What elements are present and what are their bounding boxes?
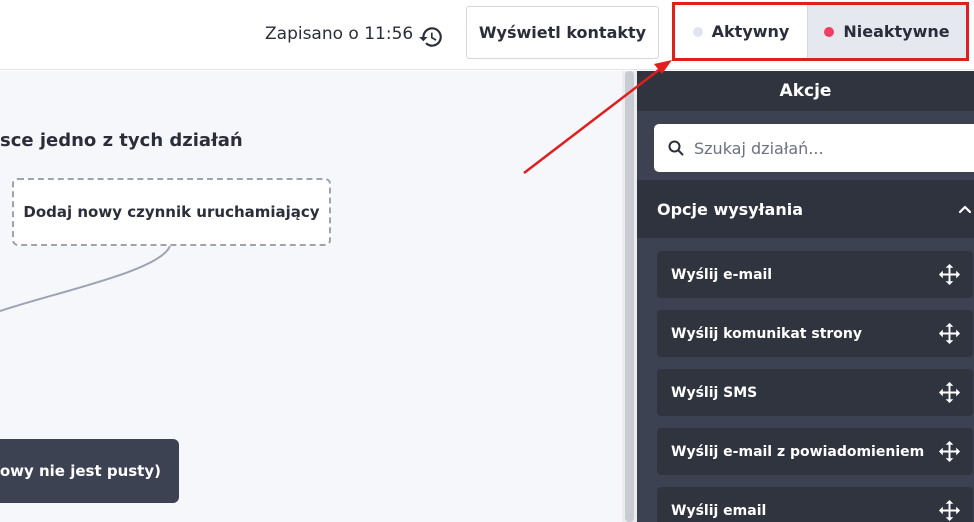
- action-item-label: Wyślij e-mail z powiadomieniem: [671, 443, 925, 460]
- drag-move-icon[interactable]: [938, 263, 961, 286]
- action-item[interactable]: Wyślij e-mail z powiadomieniem: [657, 428, 973, 475]
- action-item[interactable]: Wyślij email: [657, 487, 973, 522]
- canvas-scrollbar: [622, 71, 637, 522]
- add-trigger-button[interactable]: Dodaj nowy czynnik uruchamiający: [12, 178, 331, 246]
- drag-move-icon[interactable]: [938, 381, 961, 404]
- scrollbar-thumb[interactable]: [625, 71, 634, 522]
- actions-sidebar: Akcje Opcje wysyłania Wyślij e-mailWyśli…: [637, 71, 974, 522]
- action-item-label: Wyślij komunikat strony: [671, 325, 863, 342]
- workflow-canvas[interactable]: sce jedno z tych działań Dodaj nowy czyn…: [0, 71, 622, 522]
- condition-node[interactable]: ztowy nie jest pusty): [0, 439, 179, 503]
- action-item[interactable]: Wyślij komunikat strony: [657, 310, 973, 357]
- history-icon[interactable]: [418, 24, 444, 50]
- action-item-label: Wyślij SMS: [671, 384, 758, 401]
- action-list: Wyślij e-mail Wyślij komunikat strony Wyśl…: [657, 251, 973, 522]
- drag-move-icon[interactable]: [938, 322, 961, 345]
- sidebar-title: Akcje: [637, 71, 974, 111]
- status-active-dot: [692, 26, 703, 37]
- saved-status-text: Zapisano o 11:56: [265, 24, 414, 44]
- search-actions-input[interactable]: [694, 138, 964, 158]
- top-bar: Zapisano o 11:56 Wyświetl kontakty Aktyw…: [0, 0, 974, 70]
- action-item-label: Wyślij e-mail: [671, 266, 773, 283]
- status-active-label: Aktywny: [711, 22, 790, 41]
- action-item[interactable]: Wyślij e-mail: [657, 251, 973, 298]
- chevron-up-icon[interactable]: [958, 202, 972, 216]
- search-icon: [668, 140, 684, 156]
- action-item[interactable]: Wyślij SMS: [657, 369, 973, 416]
- section-send-options-header[interactable]: Opcje wysyłania: [637, 180, 974, 238]
- status-inactive-label: Nieaktywne: [843, 22, 950, 41]
- action-item-label: Wyślij email: [671, 502, 767, 519]
- drag-move-icon[interactable]: [938, 499, 961, 522]
- search-box: [654, 124, 974, 172]
- section-title: Opcje wysyłania: [657, 199, 804, 219]
- status-toggle: Aktywny Nieaktywne: [672, 2, 969, 61]
- status-inactive-button[interactable]: Nieaktywne: [808, 5, 966, 58]
- view-contacts-button[interactable]: Wyświetl kontakty: [466, 6, 659, 59]
- status-inactive-dot: [824, 26, 835, 37]
- drag-move-icon[interactable]: [938, 440, 961, 463]
- canvas-section-title: sce jedno z tych działań: [0, 130, 243, 151]
- status-active-button[interactable]: Aktywny: [675, 5, 808, 58]
